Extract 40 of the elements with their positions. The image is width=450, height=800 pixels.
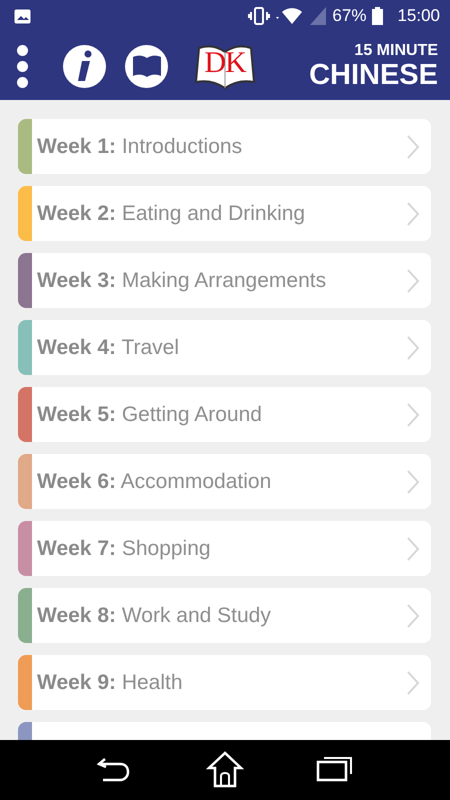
chevron-icon [407,604,419,628]
week-title: Week 8: Work and Study [37,604,272,628]
menu-icon[interactable] [16,44,29,88]
app-title: CHINESE [309,60,438,90]
week-title: Week 9: Health [37,670,184,694]
week-card[interactable]: Week 3: Making Arrangements [18,253,431,308]
info-icon[interactable] [63,44,106,88]
week-title: Week 4: Travel [37,336,180,360]
battery-percentage: 67% [332,6,366,26]
week-title: Week 3: Making Arrangements [37,268,328,292]
image-icon [14,8,31,24]
book-icon[interactable] [125,44,168,88]
week-card[interactable]: Week 1: Introductions [18,119,431,174]
vibrate-icon [248,7,270,25]
week-card[interactable]: Week 6: Accommodation [18,454,431,509]
week-card[interactable]: Week 2: Eating and Drinking [18,186,431,241]
chevron-icon [407,470,419,494]
signal-icon [310,7,326,25]
week-card[interactable]: Week 8: Work and Study [18,588,431,643]
chevron-icon [407,268,419,292]
week-title: Week 2: Eating and Drinking [37,202,306,226]
week-title: Week 1: Introductions [37,134,244,158]
week-title: Week 6: Accommodation [37,470,272,494]
chevron-icon [407,536,419,560]
week-title: Week 7: Shopping [37,536,212,560]
week-card[interactable]: Week 9: Health [18,655,431,710]
week-card[interactable]: Week 7: Shopping [18,521,431,576]
week-title: Week 5: Getting Around [37,402,263,426]
clock-time: 15:00 [397,6,440,26]
chevron-icon [407,670,419,694]
wifi-icon [276,7,304,25]
chevron-icon [407,202,419,226]
chevron-icon [407,336,419,360]
chevron-icon [407,134,419,158]
subtitle: 15 MINUTE [354,42,438,58]
chevron-icon [407,402,419,426]
battery-icon [372,7,384,25]
week-card[interactable]: Week 5: Getting Around [18,387,431,442]
home-icon[interactable] [205,750,245,790]
week-card[interactable]: Week 4: Travel [18,320,431,375]
